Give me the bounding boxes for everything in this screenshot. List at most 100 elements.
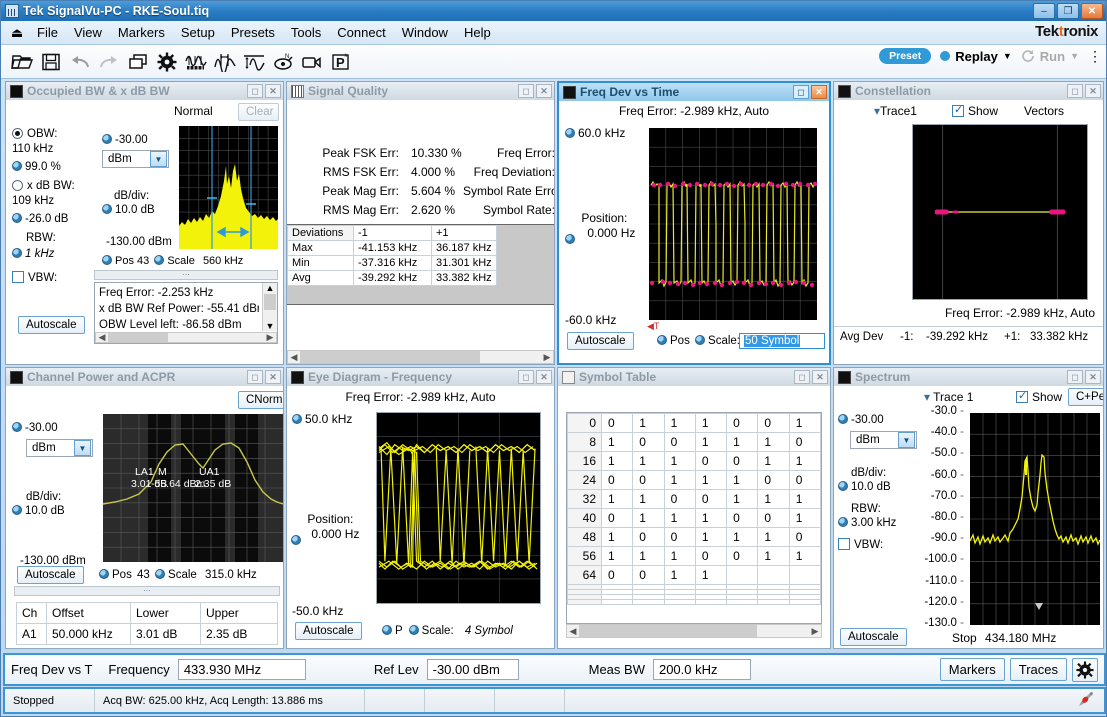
trigger-icon[interactable] (210, 48, 239, 76)
measbw-input[interactable]: 200.0 kHz (653, 659, 751, 680)
position-knob-icon[interactable] (291, 535, 301, 545)
close-button[interactable]: ✕ (1081, 3, 1103, 19)
constellation-plot[interactable] (912, 124, 1088, 300)
cnorm-button[interactable]: CNorm (238, 391, 283, 409)
detector-button[interactable]: C+Peak (1068, 388, 1103, 406)
run-button[interactable]: Run ▼ (1021, 49, 1079, 64)
unit-select[interactable]: dBm ▼ (26, 439, 93, 457)
panel-spectrum[interactable]: Spectrum ◻ ✕ ▾ Trace 1 Show C+Peak -30.0… (833, 367, 1104, 649)
table-row[interactable]: 481001110 (568, 528, 821, 547)
freq-dev-plot[interactable] (649, 128, 817, 320)
panel-eye-diagram[interactable]: Eye Diagram - Frequency ◻ ✕ Freq Error: … (286, 367, 555, 649)
readout-list[interactable]: Freq Error: -2.253 kHz x dB BW Ref Power… (94, 282, 278, 344)
position-knob-icon[interactable] (565, 234, 575, 244)
autoscale-button[interactable]: Autoscale (840, 628, 907, 646)
panel-restore-button[interactable]: ◻ (518, 370, 534, 384)
table-row[interactable]: 240011100 (568, 471, 821, 490)
preset-button[interactable]: Preset (879, 48, 931, 64)
scroll-left-icon[interactable]: ◀ (288, 352, 300, 363)
frequency-input[interactable]: 433.930 MHz (178, 659, 306, 680)
obw-radio[interactable] (12, 128, 23, 139)
hscroll-thumb[interactable] (579, 625, 757, 637)
unit-select[interactable]: dBm ▼ (850, 431, 917, 449)
replay-chevron-down-icon[interactable]: ▼ (1003, 51, 1012, 61)
xdb-radio-row[interactable]: x dB BW: (12, 178, 98, 194)
div-knob-icon[interactable] (102, 204, 112, 214)
panel-signal-quality[interactable]: Signal Quality ◻ ✕ Peak FSK Err: RMS FSK… (286, 81, 555, 365)
show-toggle[interactable]: Show (1016, 390, 1068, 404)
error-indicator-icon[interactable] (1077, 691, 1104, 711)
table-row[interactable]: 81001110 (568, 433, 821, 452)
deviations-table[interactable]: Deviations -1 +1 Max -41.153 kHz 36.187 … (287, 225, 497, 286)
autoscale-button[interactable]: Autoscale (17, 566, 84, 584)
chevron-down-icon[interactable]: ▾ (924, 390, 930, 404)
show-toggle[interactable]: Show (952, 104, 998, 118)
pos-knob-icon[interactable] (657, 335, 667, 345)
replay-button[interactable]: Replay ▼ (940, 49, 1012, 64)
vbw-checkbox[interactable] (838, 538, 850, 550)
run-chevron-down-icon[interactable]: ▼ (1070, 51, 1079, 61)
panel-close-button[interactable]: ✕ (536, 84, 552, 98)
maximize-button[interactable]: ❐ (1057, 3, 1079, 19)
scroll-right-icon[interactable]: ▶ (809, 626, 821, 637)
spectrum-plot[interactable] (970, 413, 1100, 625)
menu-item-connect[interactable]: Connect (329, 22, 393, 43)
vectors-label[interactable]: Vectors (1024, 104, 1064, 118)
menu-item-presets[interactable]: Presets (223, 22, 283, 43)
table-row[interactable]: 161110011 (568, 452, 821, 471)
menu-item-window[interactable]: Window (394, 22, 456, 43)
search-icon[interactable]: N (268, 48, 297, 76)
panel-channel-power-acpr[interactable]: Channel Power and ACPR ◻ ✕ CNorm -30.00 … (5, 367, 284, 649)
reflevel-knob-icon[interactable] (12, 422, 22, 432)
panel-constellation[interactable]: Constellation ◻ ✕ ▾Trace1 Show Vectors (833, 81, 1104, 365)
table-row[interactable]: 00111001 (568, 414, 821, 433)
windows-icon[interactable] (123, 48, 152, 76)
obw-pct-knob-icon[interactable] (12, 161, 22, 171)
acpr-table[interactable]: Ch Offset Lower Upper A1 50.000 kHz 3.01… (16, 602, 278, 645)
chevron-down-icon[interactable]: ▼ (150, 151, 167, 167)
hscroll-thumb[interactable] (300, 351, 480, 363)
panel-close-button[interactable]: ✕ (811, 85, 827, 99)
splitter-handle[interactable]: ⋯ (14, 586, 280, 596)
open-icon[interactable] (7, 48, 36, 76)
chevron-down-icon[interactable]: ▼ (898, 432, 915, 448)
top-scale-knob-icon[interactable] (292, 414, 302, 424)
amplitude-icon[interactable] (239, 48, 268, 76)
menu-item-help[interactable]: Help (456, 22, 499, 43)
table-row[interactable]: 561110011 (568, 547, 821, 566)
panel-close-button[interactable]: ✕ (265, 84, 281, 98)
scroll-left-icon[interactable]: ◀ (96, 332, 108, 343)
save-icon[interactable] (36, 48, 65, 76)
panel-restore-button[interactable]: ◻ (793, 85, 809, 99)
top-scale-knob-icon[interactable] (565, 128, 575, 138)
table-row[interactable]: 321100111 (568, 490, 821, 509)
panel-restore-button[interactable]: ◻ (794, 370, 810, 384)
panel-restore-button[interactable]: ◻ (1067, 84, 1083, 98)
vbw-checkbox[interactable] (12, 271, 24, 283)
table-row[interactable]: 640011 (568, 566, 821, 585)
table-row[interactable]: Min -37.316 kHz 31.301 kHz (288, 256, 497, 271)
scale-input[interactable]: 50 Symbol (739, 333, 825, 349)
panel-close-button[interactable]: ✕ (812, 370, 828, 384)
trace-selector[interactable]: ▾ Trace 1 (924, 390, 973, 404)
scroll-thumb[interactable] (264, 294, 276, 310)
obw-radio-row[interactable]: OBW: (12, 126, 98, 142)
rbw-knob-icon[interactable] (838, 517, 848, 527)
table-row[interactable]: Avg -39.292 kHz 33.382 kHz (288, 271, 497, 286)
scroll-left-icon[interactable]: ◀ (567, 626, 579, 637)
reflev-input[interactable]: -30.00 dBm (427, 659, 519, 680)
more-options-icon[interactable]: ⋮ (1088, 52, 1100, 60)
vertical-scrollbar[interactable]: ▲ ▼ (262, 283, 277, 331)
panel-restore-button[interactable]: ◻ (247, 84, 263, 98)
trace-selector[interactable]: ▾Trace1 (874, 104, 917, 118)
show-checkbox[interactable] (1016, 391, 1028, 403)
panel-restore-button[interactable]: ◻ (518, 84, 534, 98)
table-row[interactable] (568, 600, 821, 605)
div-knob-icon[interactable] (838, 481, 848, 491)
menu-item-setup[interactable]: Setup (173, 22, 223, 43)
scroll-up-icon[interactable]: ▲ (263, 283, 277, 293)
div-knob-icon[interactable] (12, 505, 22, 515)
menu-item-view[interactable]: View (66, 22, 110, 43)
panel-close-button[interactable]: ✕ (1085, 84, 1101, 98)
pos-knob-icon[interactable] (99, 569, 109, 579)
